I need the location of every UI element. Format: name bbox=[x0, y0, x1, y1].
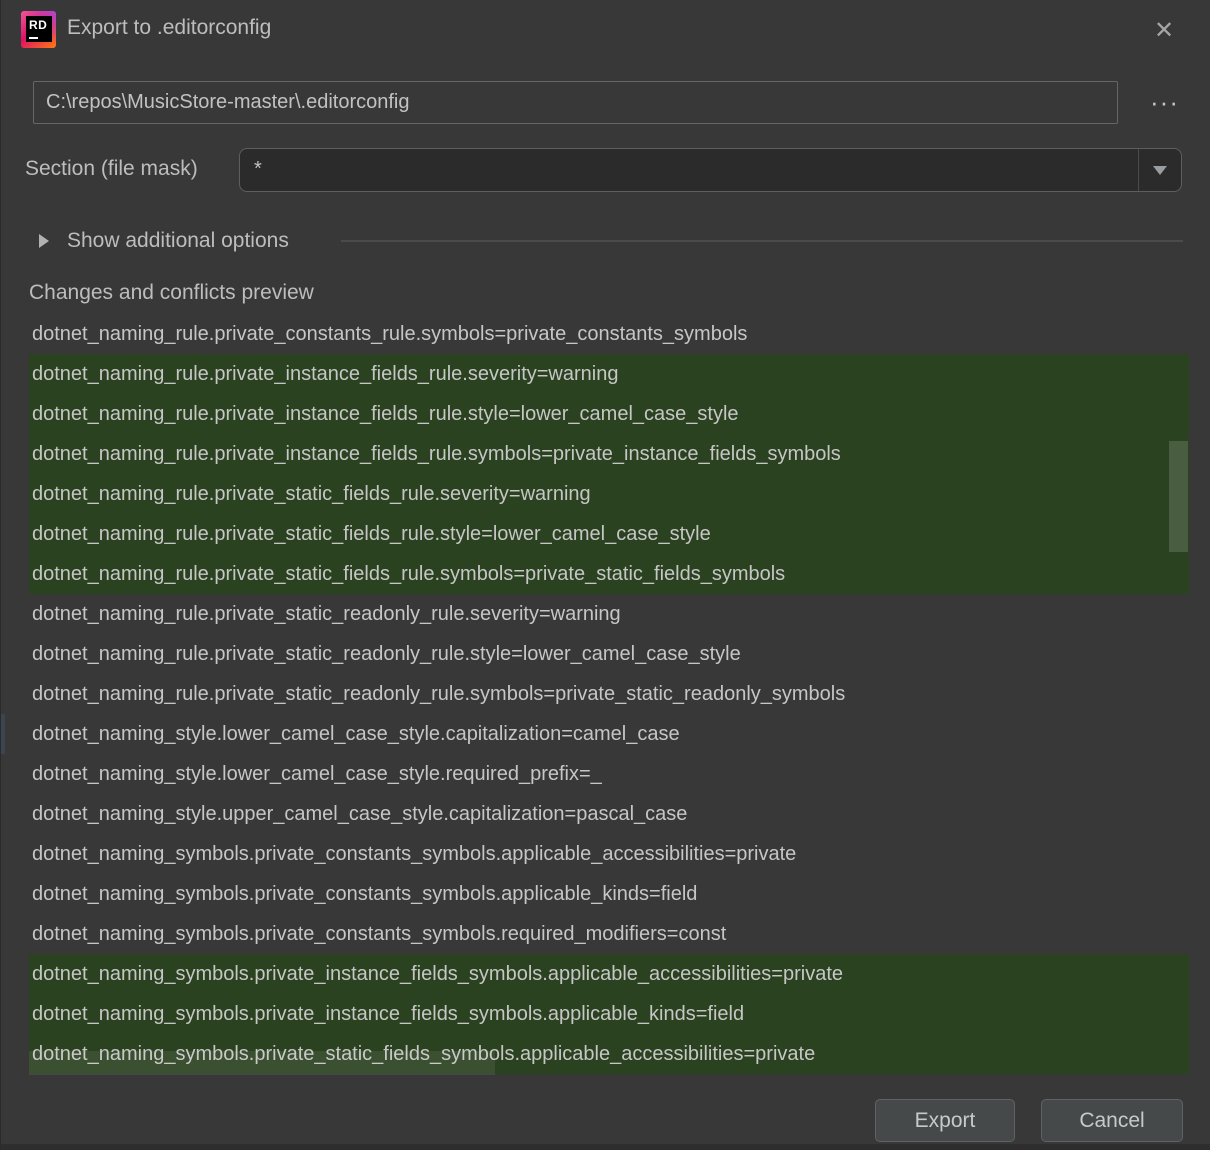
title-bar: RD Export to .editorconfig ✕ bbox=[1, 0, 1210, 58]
preview-list-item[interactable]: dotnet_naming_rule.private_static_fields… bbox=[29, 474, 1189, 514]
file-mask-value: * bbox=[254, 158, 262, 181]
rider-logo-inner: RD bbox=[26, 16, 52, 42]
preview-rows: dotnet_naming_rule.private_constants_rul… bbox=[29, 314, 1189, 1074]
preview-list-item[interactable]: dotnet_naming_style.lower_camel_case_sty… bbox=[29, 714, 1189, 754]
close-button[interactable]: ✕ bbox=[1146, 12, 1182, 48]
export-button[interactable]: Export bbox=[875, 1099, 1015, 1142]
preview-list-item[interactable]: dotnet_naming_rule.private_static_fields… bbox=[29, 554, 1189, 594]
show-additional-options-toggle[interactable]: Show additional options bbox=[39, 228, 289, 254]
preview-list-item[interactable]: dotnet_naming_rule.private_instance_fiel… bbox=[29, 394, 1189, 434]
show-additional-options-label: Show additional options bbox=[67, 229, 289, 253]
preview-list-item[interactable]: dotnet_naming_symbols.private_constants_… bbox=[29, 914, 1189, 954]
preview-list-item[interactable]: dotnet_naming_rule.private_static_readon… bbox=[29, 674, 1189, 714]
preview-list-item[interactable]: dotnet_naming_symbols.private_static_fie… bbox=[29, 1034, 1189, 1074]
left-edge-stripe bbox=[1, 714, 5, 754]
preview-list-item[interactable]: dotnet_naming_rule.private_instance_fiel… bbox=[29, 354, 1189, 394]
file-mask-combobox[interactable]: * bbox=[239, 148, 1182, 192]
preview-list-item[interactable]: dotnet_naming_rule.private_static_fields… bbox=[29, 514, 1189, 554]
dialog-title: Export to .editorconfig bbox=[67, 16, 271, 40]
close-icon: ✕ bbox=[1154, 18, 1174, 42]
collapsed-arrow-icon bbox=[39, 234, 49, 248]
preview-list-item[interactable]: dotnet_naming_style.upper_camel_case_sty… bbox=[29, 794, 1189, 834]
preview-list-item[interactable]: dotnet_naming_rule.private_static_readon… bbox=[29, 594, 1189, 634]
cancel-button[interactable]: Cancel bbox=[1041, 1099, 1183, 1142]
rider-logo-icon: RD bbox=[21, 11, 56, 48]
export-dialog: RD Export to .editorconfig ✕ ··· Section… bbox=[0, 0, 1210, 1150]
rider-logo-underscore bbox=[29, 37, 38, 40]
preview-list-item[interactable]: dotnet_naming_symbols.private_instance_f… bbox=[29, 954, 1189, 994]
preview-list-item[interactable]: dotnet_naming_symbols.private_constants_… bbox=[29, 874, 1189, 914]
browse-button[interactable]: ··· bbox=[1144, 84, 1184, 120]
editorconfig-path-input[interactable] bbox=[33, 81, 1118, 124]
preview-list-item[interactable]: dotnet_naming_symbols.private_instance_f… bbox=[29, 994, 1189, 1034]
rider-logo-text: RD bbox=[29, 18, 47, 32]
preview-list: dotnet_naming_rule.private_constants_rul… bbox=[29, 314, 1189, 1075]
preview-list-item[interactable]: dotnet_naming_rule.private_static_readon… bbox=[29, 634, 1189, 674]
dialog-bottom-edge bbox=[1, 1144, 1210, 1150]
preview-list-item[interactable]: dotnet_naming_rule.private_instance_fiel… bbox=[29, 434, 1189, 474]
preview-list-item[interactable]: dotnet_naming_symbols.private_constants_… bbox=[29, 834, 1189, 874]
section-separator bbox=[341, 240, 1183, 242]
preview-title: Changes and conflicts preview bbox=[29, 281, 314, 305]
chevron-down-icon bbox=[1153, 166, 1167, 175]
scrollbar-thumb[interactable] bbox=[1169, 441, 1188, 552]
section-file-mask-label: Section (file mask) bbox=[25, 157, 198, 181]
preview-list-item[interactable]: dotnet_naming_style.lower_camel_case_sty… bbox=[29, 754, 1189, 794]
combo-dropdown-button[interactable] bbox=[1138, 149, 1181, 191]
preview-list-item[interactable]: dotnet_naming_rule.private_constants_rul… bbox=[29, 314, 1189, 354]
